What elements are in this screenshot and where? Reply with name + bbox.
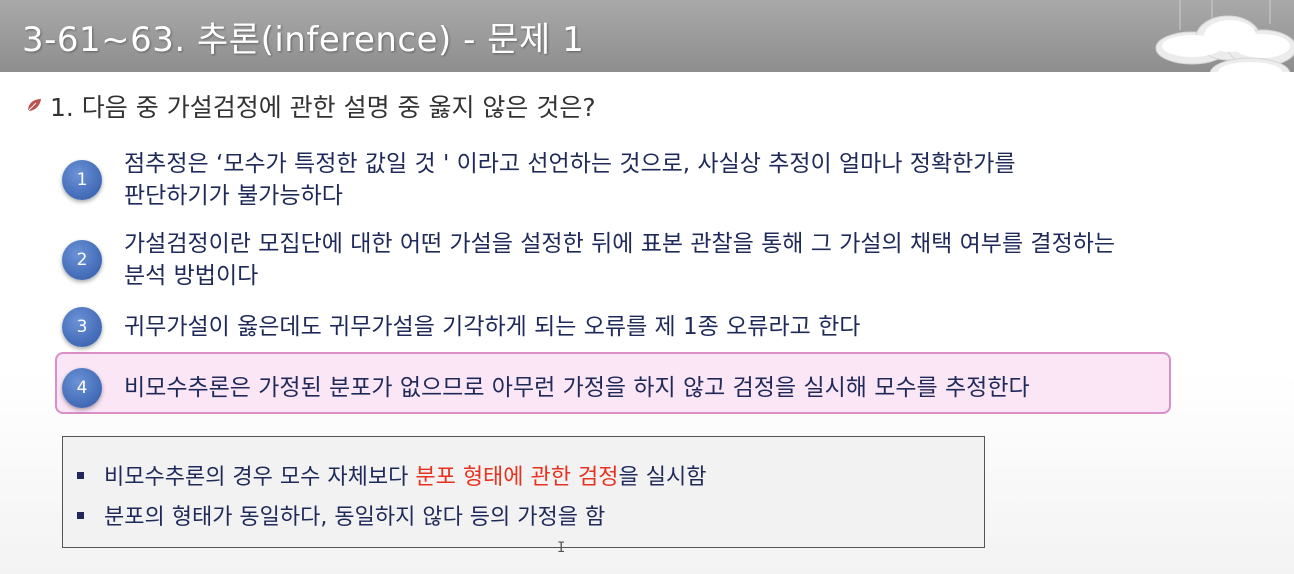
option-text: 점추정은 ‘모수가 특정한 값일 것 ' 이라고 선언하는 것으로, 사실상 추… — [124, 151, 1016, 209]
note-line-1: 비모수추론의 경우 모수 자체보다 분포 형태에 관한 검정을 실시함 — [77, 459, 706, 491]
text-cursor-icon: I — [557, 540, 566, 556]
note-line-2: 분포의 형태가 동일하다, 동일하지 않다 등의 가정을 함 — [77, 499, 605, 531]
option-number-badge: 1 — [62, 160, 102, 200]
option-text: 비모수추론은 가정된 분포가 없으므로 아무런 가정을 하지 않고 검정을 실시… — [124, 375, 1030, 401]
slide-title: 3-61~63. 추론(inference) - 문제 1 — [22, 20, 585, 60]
option-text: 귀무가설이 옳은데도 귀무가설을 기각하게 되는 오류를 제 1종 오류라고 한… — [124, 314, 861, 340]
option-number-badge: 4 — [62, 368, 102, 408]
title-bar: 3-61~63. 추론(inference) - 문제 1 — [0, 0, 1294, 72]
option-number-badge: 2 — [62, 240, 102, 280]
option-number-badge: 3 — [62, 307, 102, 347]
explanation-box: 비모수추론의 경우 모수 자체보다 분포 형태에 관한 검정을 실시함 분포의 … — [62, 436, 985, 548]
question: 1. 다음 중 가설검정에 관한 설명 중 옳지 않은 것은? — [26, 88, 596, 124]
leaf-icon — [27, 99, 41, 112]
option-text: 가설검정이란 모집단에 대한 어떤 가설을 설정한 뒤에 표본 관찰을 통해 그… — [124, 231, 1116, 289]
bullet-icon — [77, 471, 84, 479]
emphasis-text: 분포 형태에 관한 검정 — [415, 465, 619, 490]
bullet-icon — [77, 511, 84, 519]
question-text: 1. 다음 중 가설검정에 관한 설명 중 옳지 않은 것은? — [50, 93, 596, 122]
